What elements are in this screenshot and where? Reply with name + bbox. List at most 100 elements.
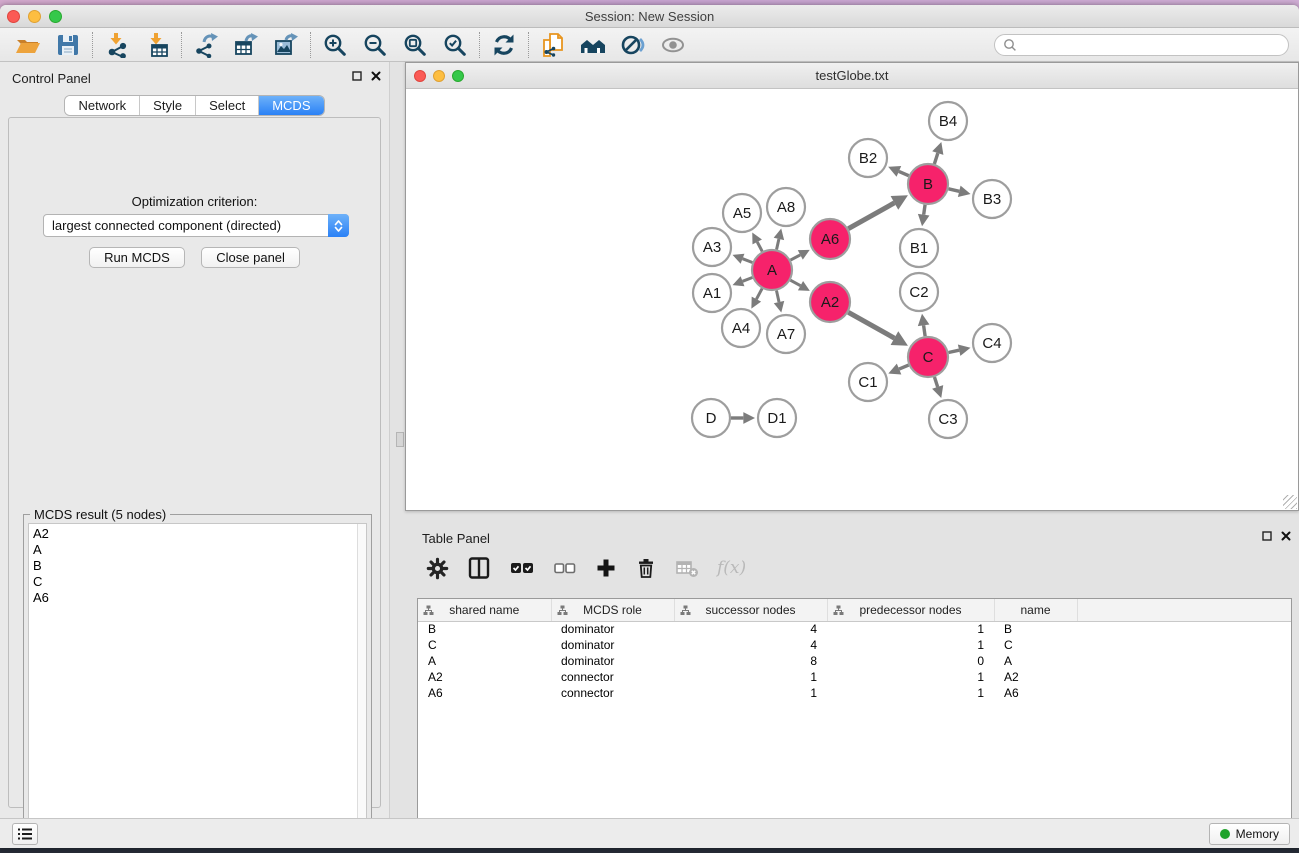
- node-B1[interactable]: B1: [900, 229, 938, 267]
- edge-C-C1[interactable]: [899, 365, 909, 369]
- create-new-column-icon[interactable]: [595, 557, 617, 579]
- task-history-button[interactable]: [12, 823, 38, 845]
- export-table-icon[interactable]: [226, 30, 266, 60]
- run-mcds-button[interactable]: Run MCDS: [89, 247, 185, 268]
- export-image-icon[interactable]: [266, 30, 306, 60]
- close-panel-icon[interactable]: [371, 71, 381, 81]
- edge-A6-B[interactable]: [848, 203, 894, 229]
- window-resize-grip[interactable]: [1283, 495, 1297, 509]
- result-item-c[interactable]: C: [33, 574, 366, 590]
- delete-columns-trash-icon[interactable]: [635, 557, 657, 579]
- table-cell: 0: [827, 653, 994, 669]
- memory-button[interactable]: Memory: [1209, 823, 1290, 845]
- node-A5[interactable]: A5: [723, 194, 761, 232]
- edge-A-A6[interactable]: [791, 255, 801, 260]
- node-A8[interactable]: A8: [767, 188, 805, 226]
- show-column-dialog-icon[interactable]: [467, 556, 491, 580]
- table-row-c[interactable]: Cdominator41C: [418, 637, 1291, 653]
- node-A1[interactable]: A1: [693, 274, 731, 312]
- node-B2[interactable]: B2: [849, 139, 887, 177]
- edge-C-C3[interactable]: [934, 377, 937, 387]
- node-C1[interactable]: C1: [849, 363, 887, 401]
- node-C3[interactable]: C3: [929, 400, 967, 438]
- network-canvas[interactable]: A A1 A2 A3 A4 A5 A6 A7 A8 B B1 B2 B3 B4 C C1 C2 C3C4 D D1: [406, 89, 1298, 510]
- edge-A-A4[interactable]: [756, 289, 762, 300]
- node-D[interactable]: D: [692, 399, 730, 437]
- fit-content-icon[interactable]: [395, 30, 435, 60]
- column-header-name[interactable]: name: [994, 599, 1077, 621]
- edge-A-A1[interactable]: [743, 278, 753, 282]
- edge-A-A5[interactable]: [757, 242, 762, 251]
- node-D1[interactable]: D1: [758, 399, 796, 437]
- edge-C-C4[interactable]: [949, 350, 960, 352]
- import-table-icon[interactable]: [137, 30, 177, 60]
- node-A[interactable]: A: [752, 250, 792, 290]
- unselect-all-columns-icon[interactable]: [553, 556, 577, 580]
- select-all-columns-icon[interactable]: [509, 555, 535, 581]
- float-panel-icon[interactable]: [352, 71, 362, 81]
- node-A4[interactable]: A4: [722, 309, 760, 347]
- edge-A-A3[interactable]: [743, 259, 753, 263]
- node-A7[interactable]: A7: [767, 315, 805, 353]
- hide-graphics-details-icon[interactable]: [613, 30, 653, 60]
- edge-B-B1[interactable]: [924, 205, 925, 215]
- tab-network[interactable]: Network: [65, 96, 140, 115]
- result-item-a2[interactable]: A2: [33, 526, 366, 542]
- node-A6[interactable]: A6: [810, 219, 850, 259]
- edge-B-B2[interactable]: [899, 171, 909, 175]
- always-show-details-icon[interactable]: [653, 30, 693, 60]
- node-B[interactable]: B: [908, 164, 948, 204]
- close-panel-button[interactable]: Close panel: [201, 247, 300, 268]
- table-row-a6[interactable]: A6connector11A6: [418, 685, 1291, 701]
- search-field[interactable]: [994, 34, 1289, 56]
- node-C4[interactable]: C4: [973, 324, 1011, 362]
- node-A3[interactable]: A3: [693, 228, 731, 266]
- edge-A-A2[interactable]: [790, 280, 800, 286]
- first-neighbors-icon[interactable]: [573, 30, 613, 60]
- result-item-a6[interactable]: A6: [33, 590, 366, 606]
- table-row-b[interactable]: Bdominator41B: [418, 621, 1291, 637]
- result-item-b[interactable]: B: [33, 558, 366, 574]
- edge-A-A7[interactable]: [776, 291, 779, 303]
- close-table-panel-icon[interactable]: [1281, 531, 1291, 541]
- create-network-from-selection-icon[interactable]: [533, 30, 573, 60]
- column-header-MCDS-role[interactable]: MCDS role: [551, 599, 674, 621]
- tab-style[interactable]: Style: [140, 96, 196, 115]
- column-header-predecessor-nodes[interactable]: predecessor nodes: [827, 599, 994, 621]
- arrowhead-A-A8: [774, 228, 784, 240]
- search-input[interactable]: [1022, 38, 1288, 52]
- save-session-icon[interactable]: [48, 30, 88, 60]
- zoom-selected-icon[interactable]: [435, 30, 475, 60]
- node-B4[interactable]: B4: [929, 102, 967, 140]
- float-table-panel-icon[interactable]: [1262, 531, 1272, 541]
- refresh-view-icon[interactable]: [484, 30, 524, 60]
- node-C2[interactable]: C2: [900, 273, 938, 311]
- zoom-in-icon[interactable]: [315, 30, 355, 60]
- tab-mcds[interactable]: MCDS: [259, 96, 323, 115]
- import-network-icon[interactable]: [97, 30, 137, 60]
- node-A2[interactable]: A2: [810, 282, 850, 322]
- column-header-successor-nodes[interactable]: successor nodes: [674, 599, 827, 621]
- result-item-a[interactable]: A: [33, 542, 366, 558]
- mcds-result-list[interactable]: A2ABCA6: [28, 523, 367, 848]
- edge-A2-C[interactable]: [848, 312, 894, 338]
- result-scrollbar[interactable]: [357, 524, 366, 848]
- edge-C-C2[interactable]: [924, 325, 926, 336]
- column-header-shared-name[interactable]: shared name: [418, 599, 551, 621]
- node-C[interactable]: C: [908, 337, 948, 377]
- node-B3[interactable]: B3: [973, 180, 1011, 218]
- edge-A-A8[interactable]: [777, 239, 779, 250]
- export-network-icon[interactable]: [186, 30, 226, 60]
- criterion-dropdown[interactable]: largest connected component (directed): [43, 214, 349, 237]
- table-cell: 8: [674, 653, 827, 669]
- open-session-icon[interactable]: [8, 30, 48, 60]
- table-row-a[interactable]: Adominator80A: [418, 653, 1291, 669]
- table-row-a2[interactable]: A2connector11A2: [418, 669, 1291, 685]
- panel-splitter-handle[interactable]: [396, 432, 404, 447]
- edge-B-B4[interactable]: [934, 153, 937, 164]
- tab-select[interactable]: Select: [196, 96, 259, 115]
- edge-B-B3[interactable]: [948, 189, 959, 192]
- table-settings-gear-icon[interactable]: [426, 557, 449, 580]
- zoom-out-icon[interactable]: [355, 30, 395, 60]
- arrowhead-B-B3: [958, 186, 971, 197]
